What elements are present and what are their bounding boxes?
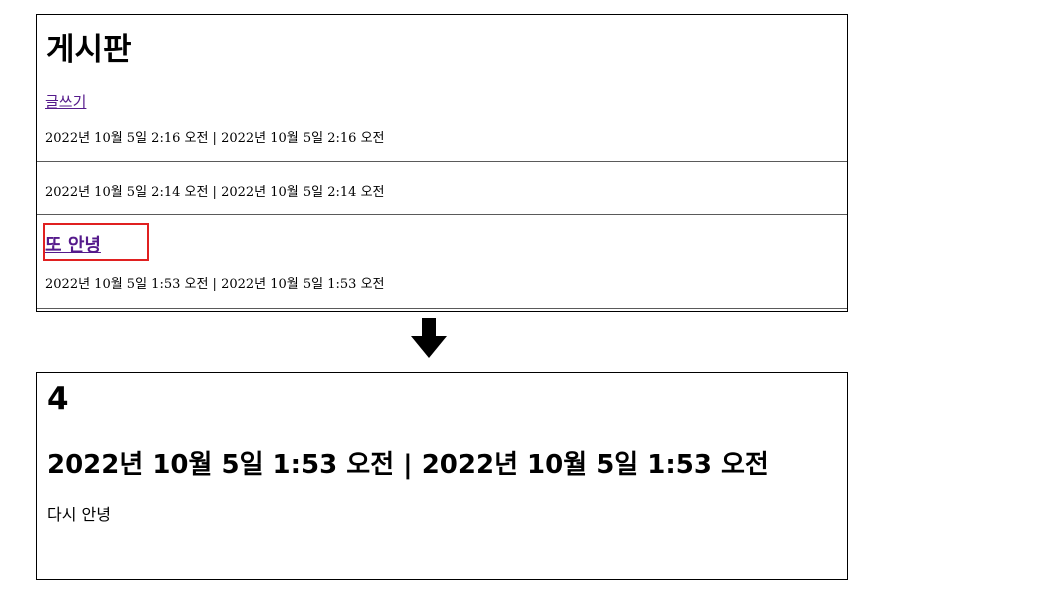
board-title: 게시판 [46, 32, 132, 68]
post-dates: 2022년 10월 5일 1:53 오전 | 2022년 10월 5일 1:53… [45, 277, 385, 292]
post-dates-heading: 2022년 10월 5일 1:53 오전 | 2022년 10월 5일 1:53… [47, 450, 769, 480]
write-post-link[interactable]: 글쓰기 [45, 91, 86, 112]
post-dates: 2022년 10월 5일 2:14 오전 | 2022년 10월 5일 2:14… [45, 185, 385, 200]
post-dates: 2022년 10월 5일 2:16 오전 | 2022년 10월 5일 2:16… [45, 131, 385, 146]
post-detail-panel: 4 2022년 10월 5일 1:53 오전 | 2022년 10월 5일 1:… [36, 372, 848, 580]
post-divider [37, 308, 847, 309]
post-divider [37, 214, 847, 215]
post-title-link[interactable]: 또 안녕 [45, 231, 101, 257]
post-id-heading: 4 [47, 381, 69, 417]
post-content: 다시 안녕 [47, 505, 111, 524]
board-list-panel: 게시판 글쓰기 2022년 10월 5일 2:16 오전 | 2022년 10월… [36, 14, 848, 312]
down-arrow-icon [411, 318, 447, 358]
post-divider [37, 161, 847, 162]
